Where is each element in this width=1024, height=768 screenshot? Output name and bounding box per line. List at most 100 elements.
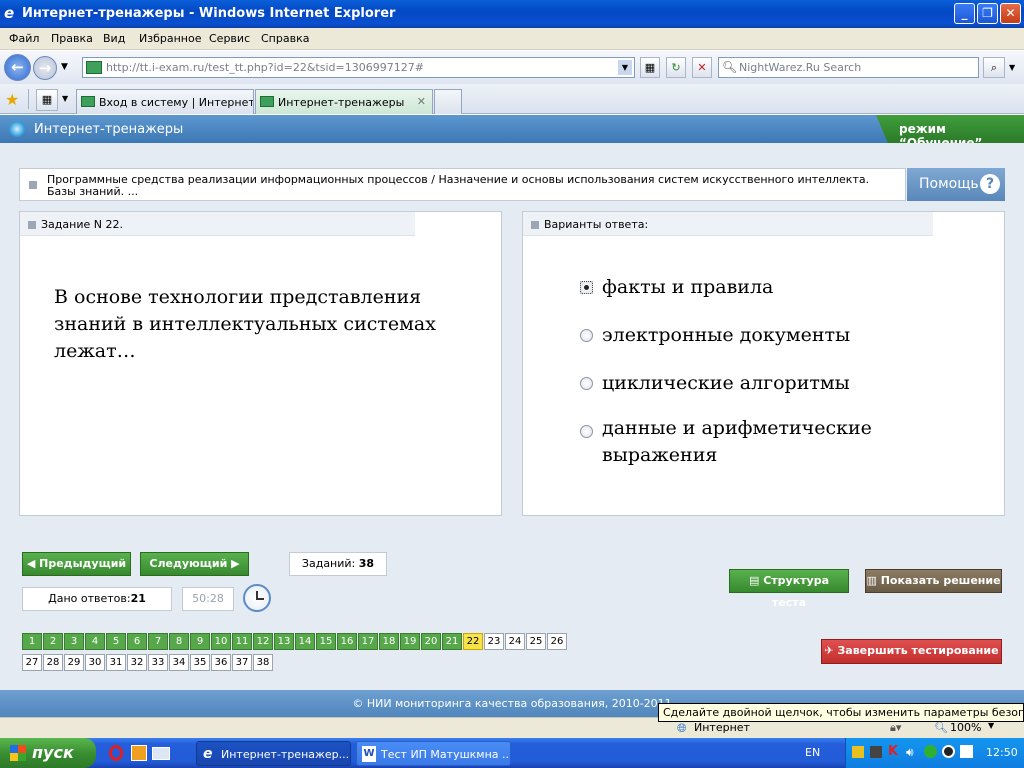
back-button[interactable]: ← — [4, 54, 31, 81]
tray-icon[interactable] — [960, 745, 973, 758]
question-number-29[interactable]: 29 — [64, 654, 84, 671]
question-number-10[interactable]: 10 — [211, 633, 231, 650]
maximize-button[interactable]: ❐ — [977, 3, 998, 24]
quick-tabs-icon[interactable]: ▦ — [36, 89, 58, 111]
menu-file[interactable]: Файл — [9, 32, 39, 45]
search-options-icon[interactable]: ▼ — [1009, 63, 1015, 72]
question-number-26[interactable]: 26 — [547, 633, 567, 650]
question-number-2[interactable]: 2 — [43, 633, 63, 650]
address-url: http://tt.i-exam.ru/test_tt.php?id=22&ts… — [106, 61, 424, 74]
answer-option-2[interactable]: электронные документы — [602, 322, 942, 349]
question-number-31[interactable]: 31 — [106, 654, 126, 671]
taskbar-item-ie[interactable]: e Интернет-тренажер... — [196, 741, 351, 766]
forward-button[interactable]: → — [33, 56, 57, 80]
start-button[interactable]: пуск — [0, 738, 96, 768]
menu-tools[interactable]: Сервис — [209, 32, 250, 45]
structure-list-icon: ▤ — [748, 574, 760, 587]
favorites-star-icon[interactable]: ★ — [5, 90, 19, 109]
show-desktop-icon[interactable] — [152, 747, 170, 760]
show-solution-button[interactable]: ▥ Показать решение — [865, 569, 1002, 593]
answer-radio-4[interactable] — [580, 425, 593, 438]
help-button[interactable]: Помощь ? — [907, 168, 1005, 201]
question-number-17[interactable]: 17 — [358, 633, 378, 650]
zoom-level[interactable]: 100% — [950, 721, 981, 734]
question-number-5[interactable]: 5 — [106, 633, 126, 650]
question-number-12[interactable]: 12 — [253, 633, 273, 650]
question-number-22[interactable]: 22 — [463, 633, 483, 650]
address-dropdown-icon[interactable]: ▼ — [618, 60, 632, 75]
question-number-14[interactable]: 14 — [295, 633, 315, 650]
taskbar-item-label: Интернет-тренажер... — [221, 748, 350, 761]
question-number-28[interactable]: 28 — [43, 654, 63, 671]
question-number-4[interactable]: 4 — [85, 633, 105, 650]
taskbar-item-word[interactable]: W Тест ИП Матушкмна ... — [356, 741, 511, 766]
tab-login[interactable]: Вход в систему | Интернет-... — [76, 89, 254, 114]
language-indicator[interactable]: EN — [805, 746, 820, 759]
tray-icon[interactable] — [870, 746, 882, 758]
question-number-30[interactable]: 30 — [85, 654, 105, 671]
new-tab-button[interactable] — [434, 89, 462, 114]
quicklaunch-app-icon[interactable] — [131, 745, 147, 761]
question-number-21[interactable]: 21 — [442, 633, 462, 650]
tab-list-dropdown-icon[interactable]: ▼ — [62, 94, 68, 103]
answer-radio-3[interactable] — [580, 377, 593, 390]
address-field[interactable]: http://tt.i-exam.ru/test_tt.php?id=22&ts… — [82, 57, 635, 78]
question-number-34[interactable]: 34 — [169, 654, 189, 671]
question-number-36[interactable]: 36 — [211, 654, 231, 671]
menu-view[interactable]: Вид — [103, 32, 125, 45]
question-number-19[interactable]: 19 — [400, 633, 420, 650]
question-number-16[interactable]: 16 — [337, 633, 357, 650]
tab-trainers[interactable]: Интернет-тренажеры ✕ — [255, 89, 433, 114]
tray-icon[interactable] — [852, 746, 864, 758]
menu-favorites[interactable]: Избранное — [139, 32, 201, 45]
question-number-6[interactable]: 6 — [127, 633, 147, 650]
question-number-25[interactable]: 25 — [526, 633, 546, 650]
answer-radio-1[interactable] — [580, 281, 593, 294]
question-number-32[interactable]: 32 — [127, 654, 147, 671]
menu-help[interactable]: Справка — [261, 32, 309, 45]
question-number-18[interactable]: 18 — [379, 633, 399, 650]
question-number-35[interactable]: 35 — [190, 654, 210, 671]
question-number-37[interactable]: 37 — [232, 654, 252, 671]
question-number-3[interactable]: 3 — [64, 633, 84, 650]
volume-icon[interactable]: 🔊︎ — [906, 745, 914, 760]
tab-close-icon[interactable]: ✕ — [417, 95, 426, 108]
answer-option-3[interactable]: циклические алгоритмы — [602, 370, 942, 397]
recent-pages-dropdown-icon[interactable]: ▼ — [61, 62, 68, 72]
question-number-7[interactable]: 7 — [148, 633, 168, 650]
close-button[interactable]: ✕ — [1000, 3, 1021, 24]
compat-view-button[interactable]: ▦ — [640, 57, 660, 78]
question-number-13[interactable]: 13 — [274, 633, 294, 650]
question-number-23[interactable]: 23 — [484, 633, 504, 650]
question-number-24[interactable]: 24 — [505, 633, 525, 650]
zoom-dropdown-icon[interactable]: ▼ — [988, 721, 994, 730]
question-number-11[interactable]: 11 — [232, 633, 252, 650]
question-number-9[interactable]: 9 — [190, 633, 210, 650]
prev-button[interactable]: ◀ Предыдущий — [22, 552, 131, 576]
protected-mode-icon[interactable]: 🔒︎▾ — [890, 721, 901, 735]
question-number-38[interactable]: 38 — [253, 654, 273, 671]
question-number-20[interactable]: 20 — [421, 633, 441, 650]
question-number-8[interactable]: 8 — [169, 633, 189, 650]
tray-icon[interactable] — [942, 745, 955, 758]
tray-icon[interactable] — [924, 745, 937, 758]
menu-edit[interactable]: Правка — [51, 32, 93, 45]
minimize-button[interactable]: _ — [954, 3, 975, 24]
kaspersky-icon[interactable]: K — [888, 744, 898, 759]
finish-test-button[interactable]: ✈ Завершить тестирование — [821, 639, 1002, 664]
answer-radio-2[interactable] — [580, 329, 593, 342]
next-button[interactable]: Следующий ▶ — [140, 552, 249, 576]
answer-option-1[interactable]: факты и правила — [602, 274, 942, 301]
structure-button[interactable]: ▤ Структура теста — [729, 569, 849, 609]
question-number-27[interactable]: 27 — [22, 654, 42, 671]
question-number-15[interactable]: 15 — [316, 633, 336, 650]
search-box[interactable]: 🔍︎ NightWarez.Ru Search — [718, 57, 979, 78]
book-icon: ▥ — [866, 574, 877, 587]
search-go-button[interactable]: ⌕ — [983, 57, 1005, 78]
stop-button[interactable]: ✕ — [692, 57, 712, 78]
question-number-1[interactable]: 1 — [22, 633, 42, 650]
refresh-button[interactable]: ↻ — [666, 57, 686, 78]
opera-icon[interactable] — [109, 745, 123, 761]
question-number-33[interactable]: 33 — [148, 654, 168, 671]
answer-option-4[interactable]: данные и арифметические выражения — [602, 415, 942, 469]
